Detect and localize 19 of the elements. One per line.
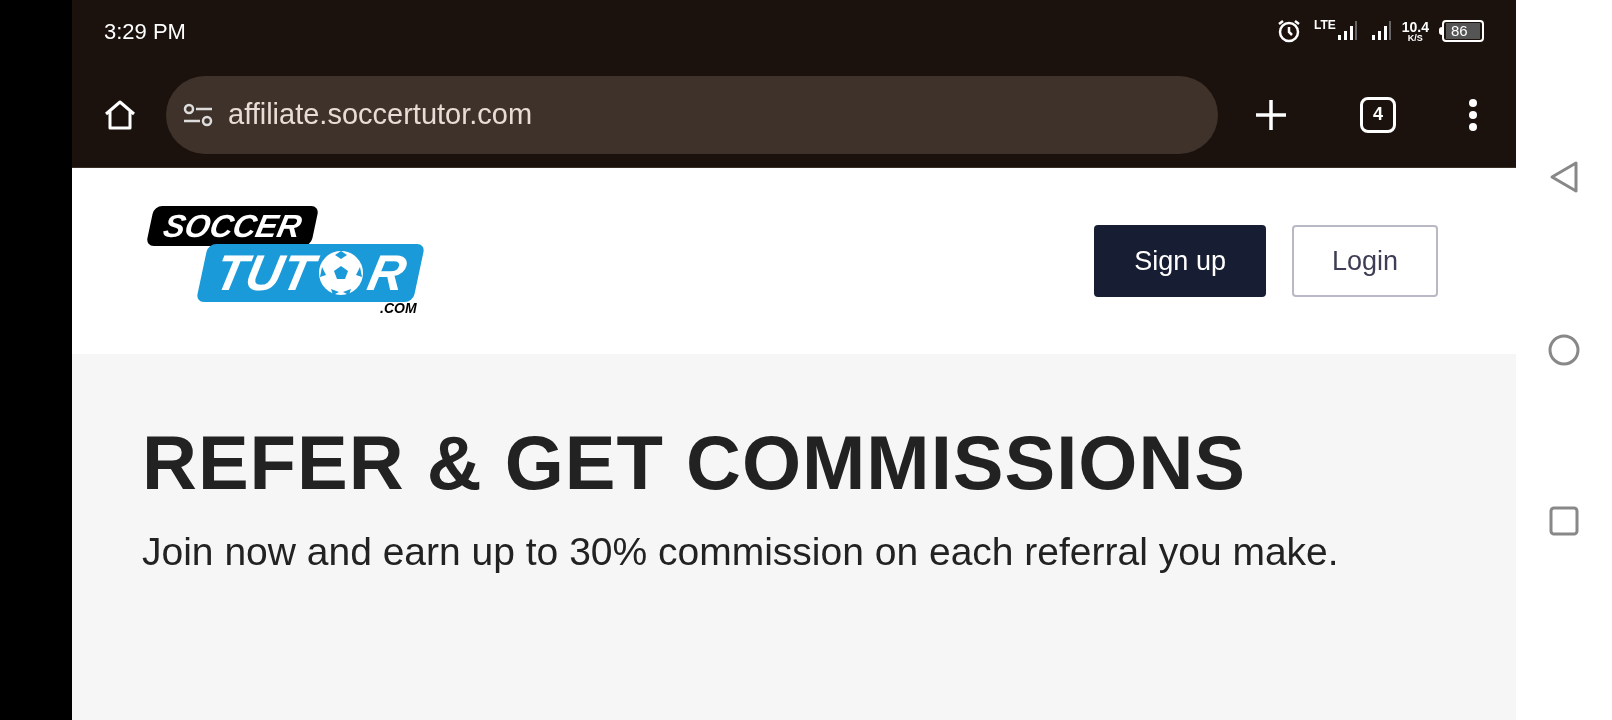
url-text: affiliate.soccertutor.com	[228, 96, 533, 132]
status-time: 3:29 PM	[104, 17, 186, 46]
signal-icon	[1369, 20, 1392, 42]
login-button[interactable]: Login	[1291, 225, 1438, 297]
plus-icon[interactable]	[1254, 97, 1288, 132]
address-bar[interactable]: affiliate.soccertutor.com	[166, 75, 1218, 154]
signal-icon	[1335, 20, 1358, 42]
sign-up-button[interactable]: Sign up	[1094, 225, 1266, 297]
logo[interactable]: SOCCER TUT R .COM	[150, 206, 430, 316]
recents-icon[interactable]	[1549, 506, 1579, 536]
battery-icon: 86	[1439, 20, 1484, 42]
speed-unit: K/S	[1407, 33, 1423, 43]
hero-description: Join now and earn up to 30% commission on each referral you make.	[142, 529, 1340, 575]
tab-count-button[interactable]: 4	[1360, 96, 1396, 133]
back-icon[interactable]	[1549, 160, 1579, 194]
hero-heading: REFER & GET COMMISSIONS	[142, 419, 1247, 507]
network-speed: 10.4	[1401, 19, 1429, 34]
menu-icon[interactable]	[1468, 97, 1478, 132]
network-type: LTE	[1313, 17, 1336, 34]
